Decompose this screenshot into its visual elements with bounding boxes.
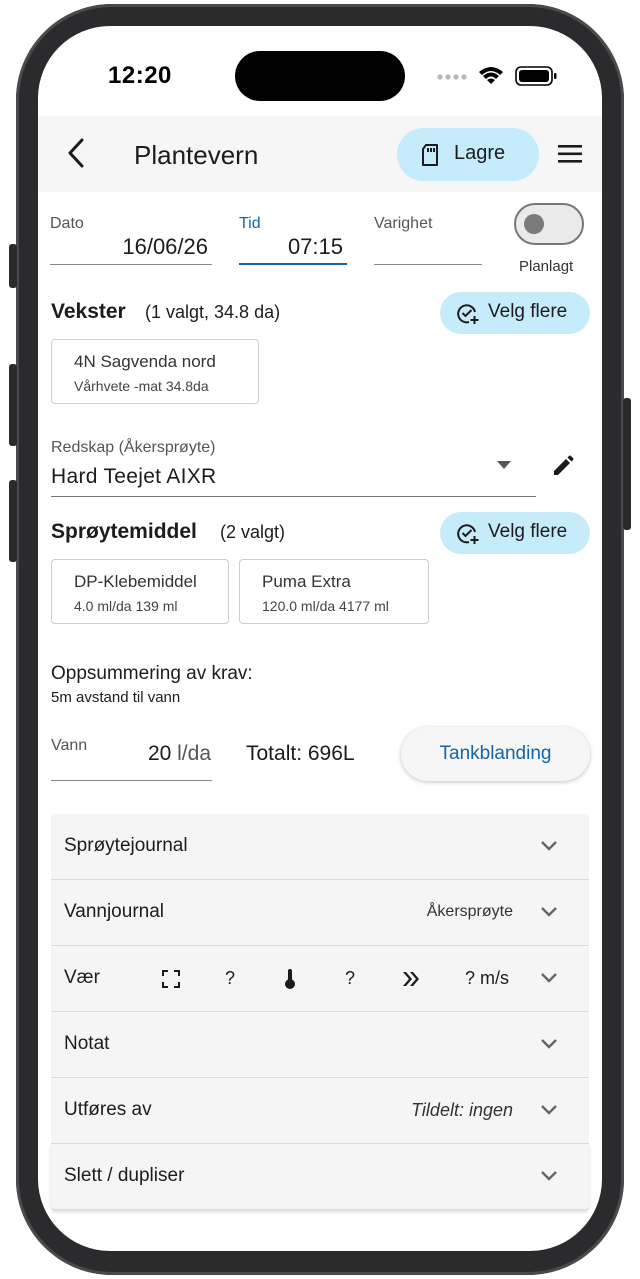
time-underline [239,263,347,265]
caret-down-icon[interactable] [496,460,512,470]
equipment-underline [51,496,536,497]
crop-chip[interactable]: 4N Sagvenda nord Vårhvete -mat 34.8da [51,339,259,404]
panel-water-journal-value: Åkersprøyte [426,903,513,920]
chevron-down-icon [541,1171,557,1181]
pesticide-chip[interactable]: DP-Klebemiddel 4.0 ml/da 139 ml [51,559,229,624]
panel-delete-duplicate-title: Slett / dupliser [64,1165,185,1186]
crops-title: Vekster [51,300,126,323]
water-total: Totalt: 696L [246,742,355,765]
pesticide-chip-detail: 4.0 ml/da 139 ml [74,598,178,614]
phone-side-button [623,398,631,530]
panel-water-journal-title: Vannjournal [64,901,165,922]
tank-mix-button[interactable]: Tankblanding [401,727,590,781]
screen: 12:20 Plantevern Lagre Dato 16/06/26 Tid… [38,26,602,1251]
toggle-knob [524,214,544,234]
date-label: Dato [50,215,84,232]
wifi-icon [479,67,503,84]
panel-water-journal[interactable]: Vannjournal Åkersprøyte [51,880,589,946]
hamburger-menu-icon [558,145,582,163]
requirements-title: Oppsummering av krav: [51,663,253,684]
save-button[interactable]: Lagre [397,128,539,181]
crop-chip-name: 4N Sagvenda nord [74,352,216,371]
phone-side-button [9,244,17,288]
water-unit: l/da [177,742,211,765]
time-label: Tid [239,215,261,232]
weather-value-1: ? [225,968,236,988]
app-bar: Plantevern Lagre [38,116,602,192]
date-field[interactable]: 16/06/26 [50,234,208,260]
sd-card-icon [422,144,438,166]
crop-chip-detail: Vårhvete -mat 34.8da [74,378,209,394]
signal-icon [437,66,557,86]
thermometer-icon [285,969,295,989]
panel-weather-title: Vær [64,967,100,988]
panel-performed-by-title: Utføres av [64,1099,152,1120]
water-field[interactable]: 20 l/da [51,742,211,766]
panel-performed-by-value: Tildelt: ingen [411,1100,513,1120]
phone-side-button [9,480,17,562]
panel-weather[interactable]: Vær ? ? ? m/s [51,946,589,1012]
pesticide-chip-name: Puma Extra [262,572,351,591]
tank-mix-label: Tankblanding [439,743,552,764]
equipment-label: Redskap (Åkersprøyte) [51,439,216,456]
dynamic-island [235,51,405,101]
pesticides-select-more-button[interactable]: Velg flere [440,512,590,554]
crops-select-more-label: Velg flere [488,301,568,322]
battery-icon [515,66,557,86]
equipment-dropdown[interactable]: Hard Teejet AIXR [51,465,217,489]
panel-spray-journal[interactable]: Sprøytejournal [51,814,589,880]
crops-summary: (1 valgt, 34.8 da) [145,302,281,322]
chevron-down-icon [541,1105,557,1115]
chevron-down-icon [541,973,557,983]
menu-button[interactable] [556,142,584,166]
back-button[interactable] [62,136,92,170]
panel-performed-by[interactable]: Utføres av Tildelt: ingen [51,1078,589,1144]
pesticide-chip-name: DP-Klebemiddel [74,572,197,591]
time-field[interactable]: 07:15 [239,234,343,260]
water-value: 20 [147,742,172,765]
pesticides-title: Sprøytemiddel [51,520,197,543]
weather-value-2: ? [345,968,356,988]
circle-check-add-icon [457,304,479,324]
panel-note[interactable]: Notat [51,1012,589,1078]
edit-pencil-icon[interactable] [551,454,575,478]
date-underline [50,264,212,265]
panel-spray-journal-title: Sprøytejournal [64,835,188,856]
save-button-label: Lagre [454,142,506,164]
fullscreen-icon [162,970,180,988]
duration-label: Varighet [374,215,433,232]
pesticide-chip[interactable]: Puma Extra 120.0 ml/da 4177 ml [239,559,429,624]
status-time: 12:20 [108,62,172,89]
chevron-down-icon [541,841,557,851]
duration-underline [374,264,482,265]
panel-delete-duplicate[interactable]: Slett / dupliser [51,1144,589,1210]
weather-value-3: ? m/s [465,968,510,988]
circle-check-add-icon [457,524,479,544]
crops-select-more-button[interactable]: Velg flere [440,292,590,334]
phone-side-button [9,364,17,446]
pesticide-chip-detail: 120.0 ml/da 4177 ml [262,598,389,614]
planned-toggle[interactable] [514,203,584,245]
chevron-down-icon [541,1039,557,1049]
page-title: Plantevern [134,140,259,170]
requirements-text: 5m avstand til vann [51,689,181,706]
pesticides-summary: (2 valgt) [220,522,286,542]
planned-label: Planlagt [519,258,574,275]
chevron-down-icon [541,907,557,917]
panel-note-title: Notat [64,1033,110,1054]
wind-direction-icon [403,972,419,986]
status-icons [436,64,566,88]
chevron-left-icon [68,138,84,168]
pesticides-select-more-label: Velg flere [488,521,568,542]
water-underline [51,780,212,781]
